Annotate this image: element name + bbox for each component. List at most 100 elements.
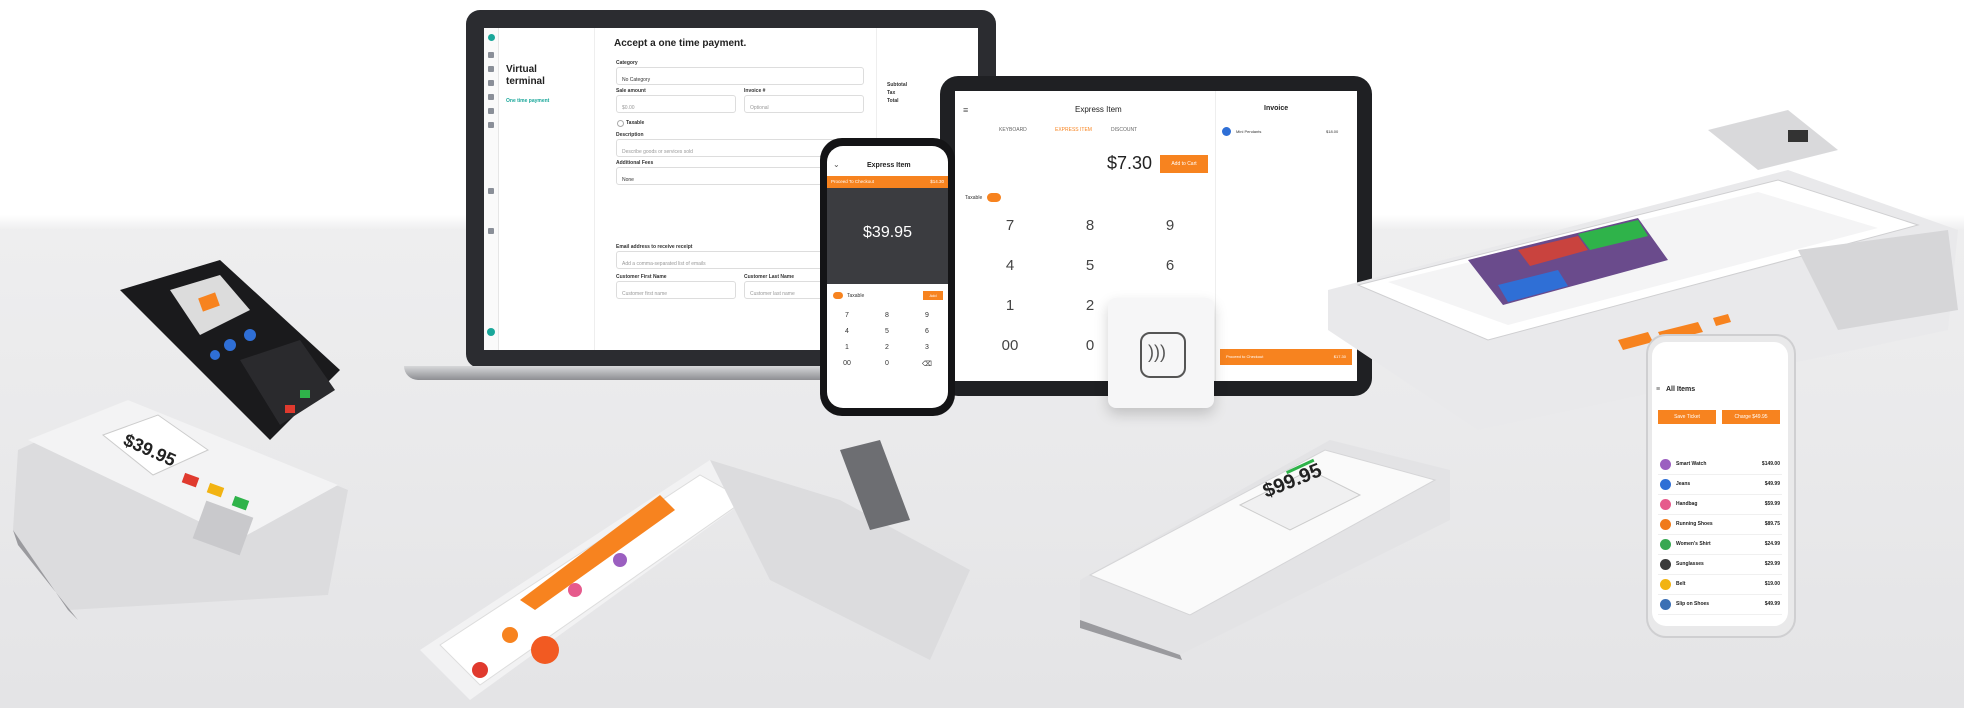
settings-icon[interactable]	[488, 122, 494, 128]
terminal-icon[interactable]	[488, 188, 494, 194]
tab-keyboard[interactable]: KEYBOARD	[999, 127, 1027, 133]
contactless-reader: )))	[1108, 298, 1214, 408]
key-00[interactable]: 00	[975, 337, 1045, 354]
pkey-8[interactable]: 8	[867, 312, 907, 319]
pkey-00[interactable]: 00	[827, 360, 867, 367]
item-icon	[1660, 559, 1671, 570]
item-price: $19.00	[1764, 581, 1780, 587]
chevron-down-icon[interactable]: ⌄	[833, 160, 840, 169]
first-name-input[interactable]: Customer first name	[616, 281, 736, 299]
pkey-6[interactable]: 6	[907, 328, 947, 335]
list-item[interactable]: Smart Watch $149.00	[1658, 456, 1782, 475]
countertop-terminal	[13, 400, 348, 620]
right-phone-header: All Items	[1666, 386, 1696, 393]
key-7[interactable]: 7	[975, 217, 1045, 234]
checkout-bar[interactable]: Proceed To Checkout $14.30	[827, 176, 948, 188]
tablet-title: Express Item	[1075, 105, 1122, 114]
handheld-terminal	[1080, 440, 1450, 660]
list-item[interactable]: Handbag $59.99	[1658, 496, 1782, 515]
category-select[interactable]: No Category	[616, 67, 864, 85]
list-item[interactable]: Women's Shirt $24.99	[1658, 536, 1782, 555]
list-item[interactable]: Running Shoes $89.75	[1658, 516, 1782, 535]
customers-icon[interactable]	[488, 94, 494, 100]
orders-icon[interactable]	[488, 66, 494, 72]
hamburger-icon[interactable]: ≡	[1656, 386, 1660, 393]
pkey-3[interactable]: 3	[907, 344, 947, 351]
item-price: $24.99	[1764, 541, 1780, 547]
product-lineup-photo: $39.95 Virtual terminal One time payment…	[0, 0, 1964, 708]
phone-taxable-label: Taxable	[847, 293, 865, 299]
handheld-pos	[420, 440, 970, 700]
save-ticket-button[interactable]: Save Ticket	[1658, 410, 1716, 424]
vt-icon-sidebar	[484, 28, 499, 350]
key-4[interactable]: 4	[975, 257, 1045, 274]
tab-discount[interactable]: DISCOUNT	[1111, 127, 1137, 133]
item-icon	[1660, 579, 1671, 590]
item-name: Handbag	[1676, 501, 1698, 507]
taxable-checkbox[interactable]	[617, 120, 624, 127]
item-name: Sunglasses	[1676, 561, 1704, 567]
key-5[interactable]: 5	[1055, 257, 1125, 274]
taxable-toggle[interactable]	[987, 193, 1001, 202]
nfc-icon: )))	[1140, 332, 1186, 378]
reports-icon[interactable]	[488, 108, 494, 114]
pkey-1[interactable]: 1	[827, 344, 867, 351]
sale-amount-label: Sale amount	[616, 88, 646, 94]
invoice-item-name: Mini Pendants	[1236, 129, 1262, 134]
item-thumbnail	[1222, 127, 1231, 136]
help-icon[interactable]	[488, 228, 494, 234]
list-item[interactable]: Jeans $49.99	[1658, 476, 1782, 495]
add-to-cart-button[interactable]: Add to Cart	[1160, 155, 1208, 173]
form-heading: Accept a one time payment.	[614, 38, 747, 49]
pkey-0[interactable]: 0	[867, 360, 907, 367]
invoice-label: Invoice #	[744, 88, 766, 94]
summary-total: Total	[887, 98, 899, 104]
sale-amount-input[interactable]: $0.00	[616, 95, 736, 113]
pkey-2[interactable]: 2	[867, 344, 907, 351]
list-item[interactable]: Belt $19.00	[1658, 576, 1782, 595]
item-icon	[1660, 499, 1671, 510]
home-icon[interactable]	[488, 52, 494, 58]
items-icon[interactable]	[488, 80, 494, 86]
page-title: Virtual terminal	[506, 64, 545, 87]
item-price: $89.75	[1764, 521, 1780, 527]
phone-add-button[interactable]: Add	[923, 291, 943, 300]
nav-one-time-payment[interactable]: One time payment	[506, 98, 549, 104]
key-8[interactable]: 8	[1055, 217, 1125, 234]
pkey-4[interactable]: 4	[827, 328, 867, 335]
description-label: Description	[616, 132, 644, 138]
list-item[interactable]: Slip on Shoes $49.99	[1658, 596, 1782, 615]
item-name: Running Shoes	[1676, 521, 1713, 527]
key-1[interactable]: 1	[975, 297, 1045, 314]
item-name: Women's Shirt	[1676, 541, 1711, 547]
backspace-icon[interactable]: ⌫	[907, 360, 947, 368]
category-label: Category	[616, 60, 638, 66]
item-icon	[1660, 479, 1671, 490]
invoice-title: Invoice	[1264, 105, 1289, 112]
phone-title: Express Item	[867, 162, 911, 169]
summary-tax: Tax	[887, 90, 896, 96]
key-6[interactable]: 6	[1135, 257, 1205, 274]
item-name: Slip on Shoes	[1676, 601, 1710, 607]
tablet-amount: $7.30	[1107, 153, 1153, 173]
vt-nav-panel: Virtual terminal One time payment	[498, 28, 595, 350]
key-9[interactable]: 9	[1135, 217, 1205, 234]
list-item[interactable]: Sunglasses $29.99	[1658, 556, 1782, 575]
tab-express-item[interactable]: EXPRESS ITEM	[1055, 127, 1092, 133]
tablet-taxable-label: Taxable	[965, 195, 983, 201]
pkey-5[interactable]: 5	[867, 328, 907, 335]
account-icon[interactable]	[487, 328, 495, 336]
invoice-input[interactable]: Optional	[744, 95, 864, 113]
summary-subtotal: Subtotal	[887, 82, 907, 88]
pkey-9[interactable]: 9	[907, 312, 947, 319]
item-icon	[1660, 539, 1671, 550]
pkey-7[interactable]: 7	[827, 312, 867, 319]
item-price: $49.99	[1764, 601, 1780, 607]
charge-button[interactable]: Charge $49.95	[1722, 410, 1780, 424]
first-name-label: Customer First Name	[616, 274, 667, 280]
app-logo-icon	[488, 34, 495, 41]
menu-icon[interactable]: ≡	[963, 105, 968, 115]
pos-station	[1328, 110, 1958, 430]
phone-taxable-toggle[interactable]	[833, 292, 843, 299]
amount-display: $39.95	[827, 188, 948, 284]
